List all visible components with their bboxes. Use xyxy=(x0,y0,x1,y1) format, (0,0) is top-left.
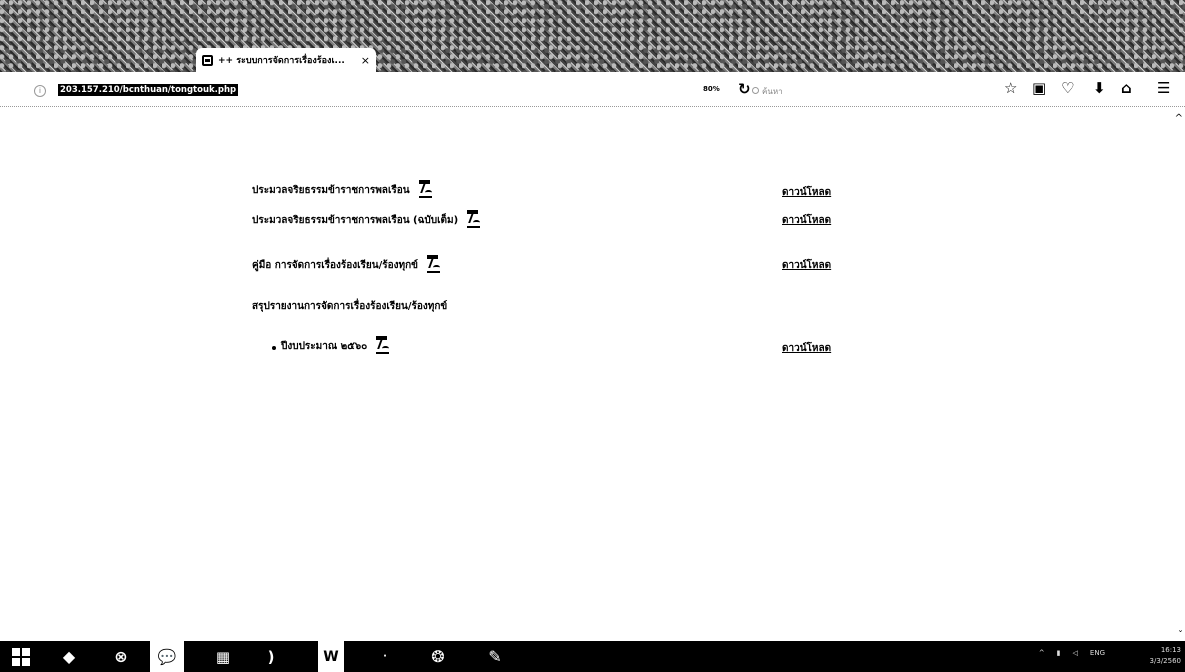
clock-date: 3/3/2560 xyxy=(1149,657,1181,665)
download-icon[interactable]: ⬇ xyxy=(1093,80,1106,96)
pocket-icon[interactable]: ♡ xyxy=(1061,80,1074,96)
item-label: คู่มือ การจัดการเรื่องร้องเรียน/ร้องทุกข… xyxy=(252,260,419,271)
tray-arrow-icon[interactable]: ^ xyxy=(1039,649,1045,657)
navigation-bar: i 203.157.210/bcnthuan/tongtouk.php 80% … xyxy=(0,72,1185,107)
document-icon xyxy=(373,336,390,354)
download-link[interactable]: ดาวน์โหลด xyxy=(782,341,831,356)
language-indicator[interactable]: ENG xyxy=(1090,649,1105,657)
item-label: ปีงบประมาณ ๒๕๖๐ xyxy=(281,341,368,352)
document-icon xyxy=(424,255,441,273)
photo-icon[interactable]: ❂ xyxy=(425,641,451,672)
bullet xyxy=(272,346,276,350)
xbox-icon[interactable]: ⊗ xyxy=(108,641,134,672)
clock-time: 16:13 xyxy=(1160,646,1181,654)
network-icon[interactable]: ▮ xyxy=(1057,649,1061,657)
search-input[interactable]: ค้นหา xyxy=(752,85,783,98)
tab-favicon-icon xyxy=(202,54,213,66)
browser-titlebar: ++ ระบบการจัดการเรื่องร้องเ... × xyxy=(0,0,1185,72)
page-content: ประมวลจริยธรรมข้าราชการพลเรือน ดาวน์โหลด… xyxy=(0,107,1185,641)
browser-tab[interactable]: ++ ระบบการจัดการเรื่องร้องเ... × xyxy=(196,48,376,72)
media-icon[interactable]: ) xyxy=(258,641,284,672)
download-link[interactable]: ดาวน์โหลด xyxy=(782,258,831,273)
item-label: ประมวลจริยธรรมข้าราชการพลเรือน xyxy=(252,185,410,196)
paint-icon[interactable]: ✎ xyxy=(482,641,508,672)
tab-close-button[interactable]: × xyxy=(361,54,370,67)
search-placeholder: ค้นหา xyxy=(762,87,783,96)
url-bar[interactable]: 203.157.210/bcnthuan/tongtouk.php xyxy=(58,84,239,96)
document-icon xyxy=(416,180,432,198)
list-item: ประมวลจริยธรรมข้าราชการพลเรือน (ฉบับเต็ม… xyxy=(252,210,481,228)
search-icon xyxy=(752,87,759,94)
taskbar: ◆ ⊗ 💬 ▦ ) W · ❂ ✎ ^ ▮ ◁ ENG 16:13 3/3/25… xyxy=(0,641,1185,672)
reload-icon[interactable]: ↻ xyxy=(738,80,751,98)
list-item: ประมวลจริยธรรมข้าราชการพลเรือน xyxy=(252,180,432,198)
section-heading: สรุปรายงานการจัดการเรื่องร้องเรียน/ร้องท… xyxy=(252,299,447,314)
list-item: คู่มือ การจัดการเรื่องร้องเรียน/ร้องทุกข… xyxy=(252,255,441,273)
home-icon[interactable]: ⌂ xyxy=(1121,80,1132,96)
download-link[interactable]: ดาวน์โหลด xyxy=(782,213,831,228)
site-info-icon[interactable]: i xyxy=(34,85,46,97)
list-item: ปีงบประมาณ ๒๕๖๐ xyxy=(272,336,390,354)
zoom-level[interactable]: 80% xyxy=(703,85,720,93)
menu-icon[interactable]: ☰ xyxy=(1157,80,1170,96)
document-icon xyxy=(464,210,481,228)
browser-icon[interactable]: ◆ xyxy=(56,641,82,672)
line-icon[interactable]: 💬 xyxy=(150,641,184,672)
volume-icon[interactable]: ◁ xyxy=(1073,649,1078,657)
app-icon[interactable]: · xyxy=(372,641,398,672)
item-label: ประมวลจริยธรรมข้าราชการพลเรือน (ฉบับเต็ม… xyxy=(252,215,459,226)
reading-list-icon[interactable]: ▣ xyxy=(1032,80,1046,96)
system-tray[interactable]: ^ ▮ ◁ ENG xyxy=(1039,649,1105,657)
section-heading-text: สรุปรายงานการจัดการเรื่องร้องเรียน/ร้องท… xyxy=(252,301,448,312)
start-windows-icon[interactable] xyxy=(8,641,34,672)
scroll-down-arrow-icon[interactable]: ˇ xyxy=(1178,630,1183,641)
file-explorer-icon[interactable]: ▦ xyxy=(210,641,236,672)
word-icon[interactable]: W xyxy=(318,641,344,672)
bookmark-star-icon[interactable]: ☆ xyxy=(1004,80,1017,96)
download-link[interactable]: ดาวน์โหลด xyxy=(782,185,831,200)
taskbar-clock[interactable]: 16:13 3/3/2560 xyxy=(1150,645,1181,667)
tab-title: ++ ระบบการจัดการเรื่องร้องเ... xyxy=(218,56,345,66)
